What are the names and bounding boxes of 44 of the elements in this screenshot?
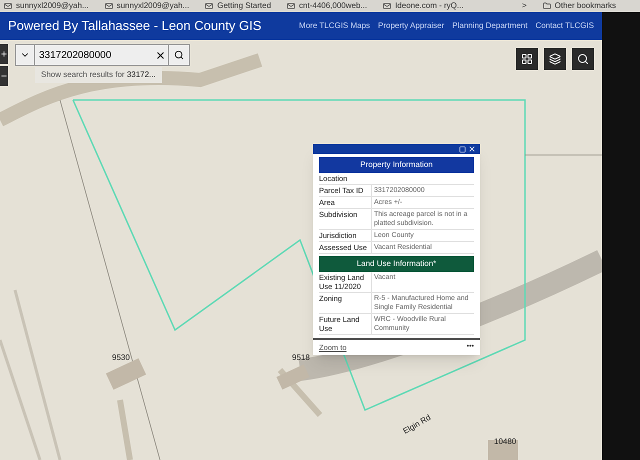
bookmark[interactable]: Getting Started <box>205 2 272 10</box>
zoom-out-button[interactable] <box>0 66 8 86</box>
layers-button[interactable] <box>544 48 566 70</box>
layers-icon <box>549 53 561 65</box>
building-shape <box>488 440 518 460</box>
header-link[interactable]: Planning Department <box>452 20 528 32</box>
road-label: Elgin Rd <box>402 412 432 436</box>
section-header: Property Information <box>319 157 474 173</box>
search-field[interactable]: 3317202080000 <box>35 44 152 66</box>
app-title: Powered By Tallahassee - Leon County GIS <box>8 17 262 36</box>
more-bookmarks-chevron[interactable]: > <box>522 2 527 10</box>
address-label: 10480 <box>494 437 516 446</box>
grid-button[interactable] <box>516 48 538 70</box>
zoom-in-button[interactable] <box>0 44 8 64</box>
address-label: 9530 <box>112 353 130 362</box>
search-button[interactable] <box>168 44 190 66</box>
mail-icon <box>287 2 296 10</box>
grid-icon <box>521 53 533 65</box>
maximize-icon[interactable] <box>459 146 466 152</box>
close-icon <box>154 50 166 60</box>
header-link[interactable]: More TLCGIS Maps <box>299 20 370 32</box>
search-icon <box>174 50 184 60</box>
search-suggestion[interactable]: Show search results for 33172... <box>35 67 162 83</box>
driveway-shape <box>117 400 133 460</box>
search-icon <box>577 53 589 65</box>
bookmark[interactable]: cnt-4406,000web... <box>287 2 368 10</box>
other-bookmarks[interactable]: Other bookmarks <box>542 2 616 10</box>
clear-button[interactable] <box>152 44 168 66</box>
bookmark[interactable]: sunnyxl2009@yah... <box>4 2 89 10</box>
plus-icon <box>0 50 8 58</box>
header-link[interactable]: Property Appraiser <box>378 20 444 32</box>
section-header: Land Use Information* <box>319 256 474 272</box>
folder-icon <box>542 2 551 10</box>
header-link[interactable]: Contact TLCGIS <box>535 20 594 32</box>
driveway-shape <box>278 368 322 417</box>
close-icon[interactable] <box>468 145 476 153</box>
mail-icon <box>4 2 12 10</box>
mail-icon <box>205 2 214 10</box>
mail-icon <box>104 2 113 10</box>
search-tool-button[interactable] <box>572 48 594 70</box>
bookmark[interactable]: sunnyxl2009@yah... <box>104 2 190 10</box>
mail-icon <box>383 2 392 10</box>
address-label: 9518 <box>292 353 310 362</box>
bookmark[interactable]: Ideone.com - ryQ... <box>383 2 464 10</box>
